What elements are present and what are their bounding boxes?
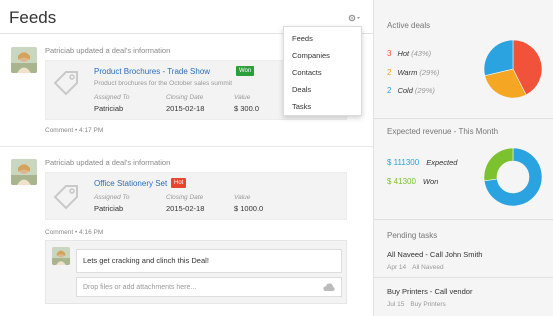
menu-item-companies[interactable]: Companies [292,51,330,60]
revenue-label: Expected [426,158,458,167]
closing-date-value: 2015-02-18 [166,104,205,113]
value-label: Value [234,194,251,201]
legend-label: Hot [397,49,410,58]
feed-meta[interactable]: Comment • 4:17 PM [45,127,103,134]
value-label: Value [234,94,251,101]
task-date: Apr 14 [387,264,407,271]
deal-name-link[interactable]: Office Stationery Set [94,179,167,188]
task-title[interactable]: All Naveed - Call John Smith [387,250,482,259]
page-title: Feeds [9,8,57,27]
legend-label: Cold [397,86,413,95]
revenue-amount: $ 111300 [387,158,420,167]
comment-input[interactable]: Lets get cracking and clinch this Deal! [76,249,342,273]
attachment-placeholder: Drop files or add attachments here... [83,284,197,291]
assigned-value: Patriciab [94,204,124,213]
deal-name-link[interactable]: Product Brochures - Trade Show [94,67,210,76]
deal-card: Office Stationery Set Hot Assigned To Pa… [45,172,347,220]
expected-revenue-title: Expected revenue - This Month [387,127,499,136]
status-badge: Won [236,66,255,76]
pending-tasks-title: Pending tasks [387,231,438,240]
task-meta: Jul 15 Buy Printers [387,301,446,308]
legend-hot[interactable]: 3 Hot (43%) [387,49,431,58]
tag-icon [52,69,80,97]
task-divider [374,277,553,278]
menu-item-feeds[interactable]: Feeds [292,34,313,43]
avatar[interactable] [11,47,37,73]
task-owner: All Naveed [412,264,444,271]
revenue-amount: $ 41300 [387,177,416,186]
active-deals-pie-chart[interactable] [484,40,542,98]
menu-item-contacts[interactable]: Contacts [292,68,322,77]
assigned-value: Patriciab [94,104,124,113]
sidebar-divider [374,118,553,119]
closing-date-label: Closing Date [166,194,204,201]
feed-item: Patriciab updated a deal's information O… [0,156,373,238]
legend-cold[interactable]: 2 Cold (29%) [387,86,435,95]
tag-icon [52,183,80,211]
feeds-main: Feeds Patriciab updated a deal's informa… [0,0,373,316]
feed-author-line: Patriciab updated a deal's information [45,46,171,55]
feed-divider [0,146,373,147]
task-date: Jul 15 [387,301,405,308]
value-amount: $ 300.0 [234,104,260,113]
active-deals-title: Active deals [387,21,431,30]
legend-percent: (43%) [411,49,432,58]
feed-meta[interactable]: Comment • 4:16 PM [45,229,103,236]
slice-won[interactable] [484,148,514,182]
value-amount: $ 1000.0 [234,204,264,213]
task-owner: Buy Printers [410,301,446,308]
revenue-won[interactable]: $ 41300 Won [387,177,438,186]
feed-author-line: Patriciab updated a deal's information [45,158,171,167]
legend-count: 2 [387,86,392,95]
deal-description: Product brochures for the October sales … [94,80,233,87]
legend-count: 3 [387,49,392,58]
status-badge: Hot [171,178,187,188]
closing-date-label: Closing Date [166,94,204,101]
task-meta: Apr 14 All Naveed [387,264,444,271]
menu-item-tasks[interactable]: Tasks [292,102,311,111]
legend-label: Warm [397,68,418,77]
menu-item-deals[interactable]: Deals [292,85,311,94]
legend-count: 2 [387,68,392,77]
legend-percent: (29%) [419,68,440,77]
sidebar: Active deals 3 Hot (43%) 2 Warm (29%) 2 Cold(… [373,0,553,316]
legend-warm[interactable]: 2 Warm (29%) [387,68,439,77]
task-title[interactable]: Buy Printers - Call vendor [387,287,472,296]
assigned-label: Assigned To [94,94,130,101]
revenue-label: Won [422,177,439,186]
sidebar-divider [374,219,553,220]
attachment-dropzone[interactable]: Drop files or add attachments here... [76,277,342,297]
revenue-expected[interactable]: $ 111300 Expected [387,158,457,167]
feeds-filter-menu: Feeds Companies Contacts Deals Tasks [283,26,362,116]
avatar [52,247,70,265]
expected-revenue-donut-chart[interactable] [484,148,542,206]
avatar[interactable] [11,159,37,185]
assigned-label: Assigned To [94,194,130,201]
cloud-upload-icon[interactable] [323,282,335,292]
closing-date-value: 2015-02-18 [166,204,205,213]
gear-icon[interactable] [347,13,361,23]
comment-composer: Lets get cracking and clinch this Deal! … [45,240,347,304]
legend-percent: (29%) [414,86,435,95]
